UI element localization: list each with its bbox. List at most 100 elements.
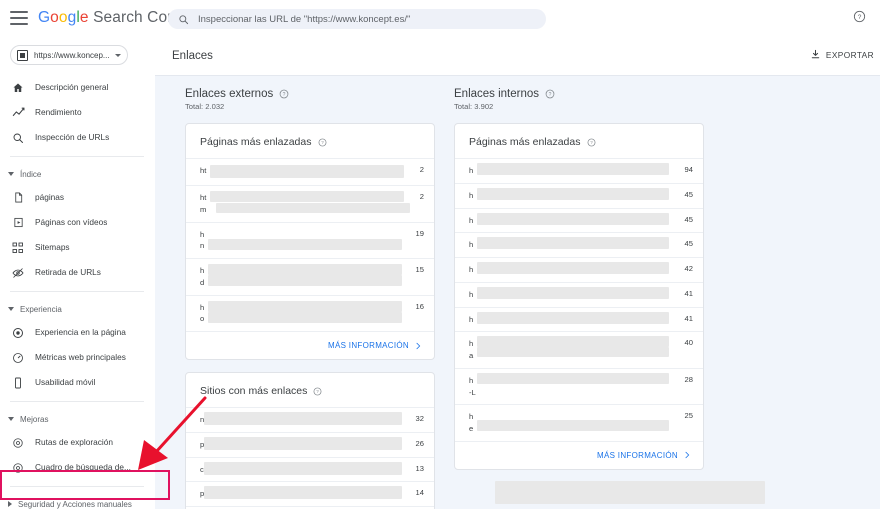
row-url-line1: h [200, 229, 205, 239]
more-info-label: MÁS INFORMACIÓN [597, 450, 678, 460]
table-row[interactable]: h 45 [455, 182, 703, 208]
svg-text:?: ? [590, 140, 593, 145]
row-count: 25 [684, 411, 693, 421]
logo-letter-e: e [79, 9, 89, 26]
sidebar-item-experiencia-en-la-pagina[interactable]: Experiencia en la página [0, 320, 154, 345]
internal-links-header: Enlaces internos ? [454, 88, 704, 100]
card-external-sitios-con-mas-enlaces: Sitios con más enlaces ? n 32 p 26 c 13 … [185, 372, 435, 509]
table-row[interactable]: h 94 [455, 158, 703, 183]
main-content: Enlaces EXPORTAR Enlaces externos ? Tota… [155, 36, 880, 509]
svg-text:?: ? [858, 14, 862, 21]
help-circle-icon[interactable]: ? [587, 138, 596, 147]
row-count: 2 [419, 165, 424, 174]
table-row[interactable]: h -L 28 [455, 367, 703, 405]
table-row[interactable]: p 26 [186, 431, 434, 457]
redaction-block [204, 412, 402, 426]
help-circle-icon[interactable]: ? [279, 89, 289, 99]
table-row[interactable]: he 25 [455, 404, 703, 441]
row-count: 40 [684, 338, 693, 348]
sidebar-item-label: Páginas con vídeos [35, 217, 108, 228]
divider [10, 486, 144, 487]
table-row[interactable]: hn 19 [186, 221, 434, 259]
table-row[interactable]: h 45 [455, 232, 703, 257]
redaction-block [477, 237, 669, 250]
redaction-block [477, 311, 669, 324]
external-links-column: Enlaces externos ? Total: 2.032 Páginas … [185, 88, 435, 509]
help-circle-icon[interactable]: ? [853, 10, 866, 23]
help-circle-icon[interactable]: ? [545, 89, 555, 99]
table-row[interactable]: h 41 [455, 306, 703, 332]
page-title: Enlaces [172, 49, 213, 62]
table-row[interactable]: ht m 2 [186, 185, 434, 222]
redaction-block [477, 347, 669, 358]
sidebar-section-mejoras[interactable]: Mejoras [0, 408, 154, 430]
more-info-link-external-pages[interactable]: MÁS INFORMACIÓN [186, 331, 434, 359]
sidebar-item-metricas-web-principales[interactable]: Métricas web principales [0, 345, 154, 370]
help-circle-icon[interactable]: ? [318, 138, 327, 147]
table-row[interactable]: p 14 [186, 481, 434, 506]
row-count: 2 [419, 192, 424, 201]
table-row[interactable]: h 45 [455, 207, 703, 233]
row-count: 42 [684, 264, 693, 274]
sidebar-item-rutas-de-exploracion[interactable]: Rutas de exploración [0, 430, 154, 455]
table-row[interactable]: h 42 [455, 257, 703, 282]
sidebar-section-label: Seguridad y Acciones manuales [18, 499, 132, 509]
sidebar-section-indice[interactable]: Índice [0, 163, 154, 185]
help-circle-icon[interactable]: ? [313, 387, 322, 396]
row-count: 41 [684, 288, 693, 298]
sidebar-item-rendimiento[interactable]: Rendimiento [0, 100, 154, 125]
card-internal-paginas-mas-enlazadas: Páginas más enlazadas ? h 94 h 45 h 45 h… [454, 123, 704, 470]
table-row[interactable]: ht 2 [186, 158, 434, 185]
table-row[interactable]: ho 16 [186, 294, 434, 332]
internal-links-total: Total: 3.902 [454, 102, 494, 111]
sidebar-item-inspeccion-de-urls[interactable]: Inspección de URLs [0, 125, 154, 150]
row-url-line2: m [200, 204, 207, 214]
table-row[interactable]: n 32 [186, 407, 434, 432]
export-button[interactable]: EXPORTAR [810, 49, 874, 60]
redaction-block [208, 238, 402, 250]
sidebar-item-retirada-de-urls[interactable]: Retirada de URLs [0, 260, 154, 285]
row-url-line1: h [469, 412, 474, 422]
sidebar-section-experiencia[interactable]: Experiencia [0, 298, 154, 320]
internal-links-column: Enlaces internos ? Total: 3.902 Páginas … [454, 88, 704, 509]
sidebar-item-cuadro-de-busqueda[interactable]: Cuadro de búsqueda de... [0, 455, 154, 480]
table-row[interactable]: hd 15 [186, 258, 434, 295]
row-count: 28 [684, 374, 693, 384]
redaction-block [210, 165, 404, 178]
divider [10, 291, 144, 292]
chevron-right-icon [8, 501, 12, 507]
table-row[interactable]: h 41 [455, 281, 703, 307]
sidebar-item-label: Usabilidad móvil [35, 377, 96, 388]
sidebar-item-usabilidad-movil[interactable]: Usabilidad móvil [0, 370, 154, 395]
more-info-link-internal-pages[interactable]: MÁS INFORMACIÓN [455, 440, 703, 469]
external-links-total: Total: 2.032 [185, 102, 225, 111]
circle-dot-icon [10, 325, 26, 341]
url-inspection-search-box[interactable]: Inspeccionar las URL de "https://www.kon… [168, 9, 546, 29]
sidebar-item-label: Inspección de URLs [35, 132, 110, 143]
row-url-line2: d [200, 277, 205, 287]
card-header: Páginas más enlazadas ? [186, 124, 434, 158]
table-row[interactable]: c 13 [186, 456, 434, 482]
sidebar-item-label: Sitemaps [35, 242, 70, 253]
sidebar-item-descripcion-general[interactable]: Descripción general [0, 75, 154, 100]
sidebar-item-paginas-con-videos[interactable]: Páginas con vídeos [0, 210, 154, 235]
svg-text:?: ? [549, 92, 552, 98]
hamburger-icon[interactable] [10, 11, 28, 25]
redaction-block [210, 191, 404, 202]
chevron-right-icon [685, 452, 690, 459]
search-input[interactable]: Inspeccionar las URL de "https://www.kon… [198, 14, 410, 25]
property-selector[interactable]: https://www.koncep... [10, 45, 128, 65]
redaction-block [477, 372, 669, 384]
divider [10, 156, 144, 157]
sidebar-item-label: páginas [35, 192, 65, 203]
internal-links-title: Enlaces internos [454, 88, 540, 100]
sidebar-item-label: Experiencia en la página [35, 327, 126, 338]
property-icon [17, 49, 28, 61]
sidebar-section-seguridad-acciones-manuales[interactable]: Seguridad y Acciones manuales [0, 493, 154, 509]
chevron-down-icon [8, 172, 14, 176]
redaction-block [477, 420, 669, 432]
table-row[interactable]: ha 40 [455, 331, 703, 368]
sidebar-item-paginas[interactable]: páginas [0, 185, 154, 210]
sidebar-item-sitemaps[interactable]: Sitemaps [0, 235, 154, 260]
app-root: Google Search Console Inspeccionar las U… [0, 0, 880, 509]
